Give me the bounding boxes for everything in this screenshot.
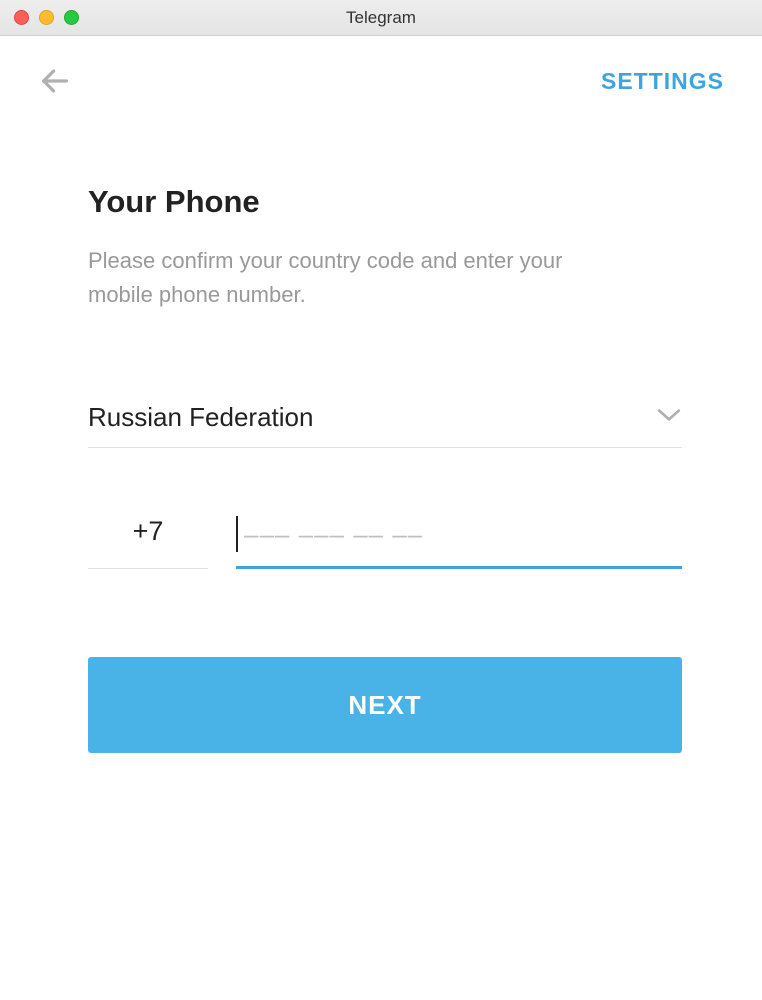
- titlebar: Telegram: [0, 0, 762, 36]
- content: SETTINGS Your Phone Please confirm your …: [0, 36, 762, 1000]
- next-button[interactable]: NEXT: [88, 657, 682, 753]
- country-selector[interactable]: Russian Federation: [88, 402, 682, 448]
- window-title: Telegram: [0, 8, 762, 28]
- settings-link[interactable]: SETTINGS: [601, 68, 724, 95]
- maximize-window-button[interactable]: [64, 10, 79, 25]
- phone-row: +7 ––– ––– –– ––: [88, 516, 682, 569]
- phone-input-wrapper[interactable]: ––– ––– –– ––: [236, 516, 682, 569]
- chevron-down-icon: [656, 407, 682, 428]
- traffic-lights: [0, 10, 79, 25]
- header: SETTINGS: [0, 36, 762, 118]
- country-name: Russian Federation: [88, 402, 313, 433]
- country-code-field[interactable]: +7: [88, 516, 208, 569]
- close-window-button[interactable]: [14, 10, 29, 25]
- page-subtitle: Please confirm your country code and ent…: [88, 244, 628, 312]
- page-title: Your Phone: [88, 184, 682, 220]
- minimize-window-button[interactable]: [39, 10, 54, 25]
- back-button[interactable]: [38, 64, 72, 98]
- main: Your Phone Please confirm your country c…: [0, 118, 762, 753]
- arrow-left-icon: [38, 64, 72, 98]
